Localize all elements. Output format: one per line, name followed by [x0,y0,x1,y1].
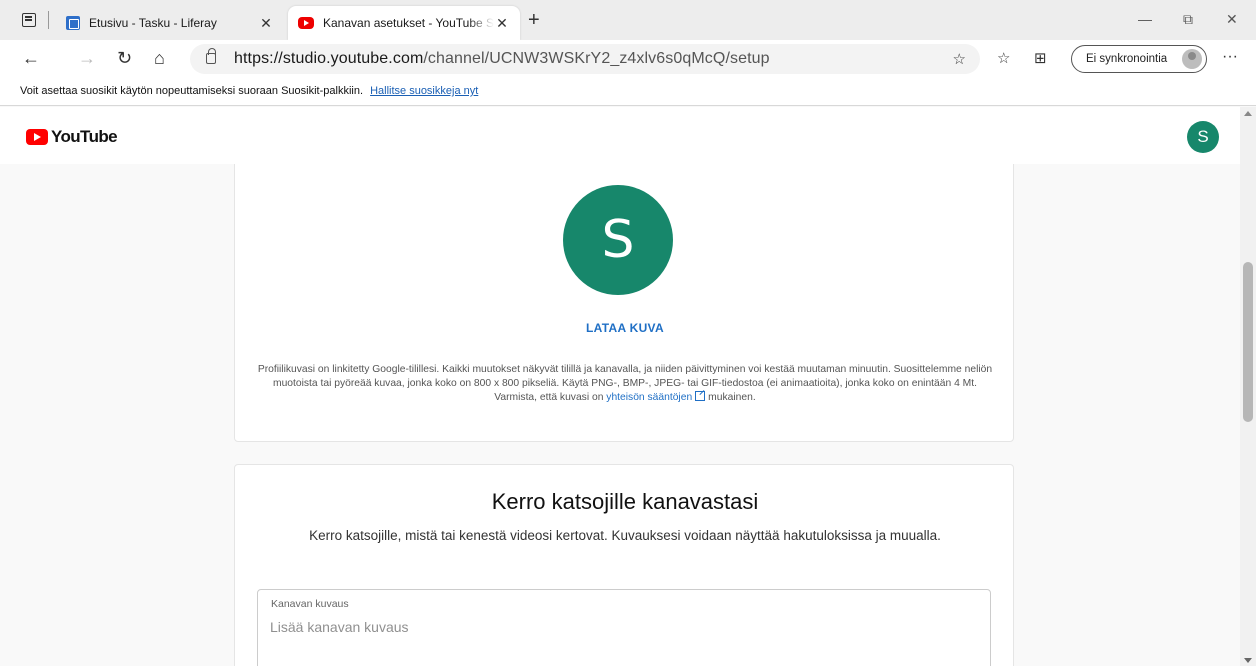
scrollbar-thumb[interactable] [1243,262,1253,422]
url-text[interactable]: https://studio.youtube.com/channel/UCNW3… [234,50,770,68]
account-avatar[interactable]: S [1187,121,1219,153]
liferay-icon [66,16,80,30]
youtube-icon [298,17,314,29]
scroll-down-icon[interactable] [1244,658,1252,663]
home-icon[interactable]: ⌂ [154,48,165,68]
section-description: Kerro katsojille, mistä tai kenestä vide… [309,528,941,543]
youtube-logo[interactable]: YouTube [26,127,118,147]
window-close-icon[interactable]: ✕ [1226,10,1238,28]
url-path: /channel/UCNW3WSKrY2_z4xlv6s0qMcQ/setup [423,50,770,67]
add-favorite-icon[interactable]: ☆ [953,50,966,68]
section-title: Kerro katsojille kanavastasi [491,489,759,514]
close-icon[interactable]: ✕ [494,15,510,32]
close-icon[interactable]: ✕ [258,15,274,32]
external-link-icon[interactable] [695,391,706,401]
profile-picture-info: Profiilikuvasi on linkitetty Google-tili… [253,363,997,405]
lock-icon[interactable] [206,48,216,64]
favorites-info-bar: Voit asettaa suosikit käytön nopeuttamis… [0,78,1256,106]
youtube-header: YouTube S [0,107,1256,164]
field-label: Kanavan kuvaus [271,598,349,610]
profile-picture: S [563,185,673,295]
tab-title: Etusivu - Tasku - Liferay [89,16,217,30]
sync-button[interactable]: Ei synkronointia [1071,45,1207,73]
tab-separator [48,11,49,29]
more-icon[interactable]: ··· [1222,48,1238,66]
scroll-up-icon[interactable] [1244,111,1252,116]
restore-icon[interactable]: ⧉ [1183,10,1193,28]
tab-title: Kanavan asetukset - YouTube Studio [323,16,494,30]
page-scrollbar[interactable] [1240,107,1256,666]
forward-icon[interactable]: → [78,48,96,68]
url-host: https://studio.youtube.com [234,50,424,67]
back-icon[interactable]: ← [22,48,40,68]
address-bar[interactable]: https://studio.youtube.com/channel/UCNW3… [190,44,980,74]
youtube-logo-text: YouTube [51,127,118,146]
sync-label: Ei synkronointia [1086,53,1168,65]
channel-description-field[interactable]: Kanavan kuvaus [257,589,991,666]
channel-description-input[interactable] [270,614,970,640]
minimize-icon[interactable]: — [1138,10,1152,28]
new-tab-icon[interactable]: + [528,10,540,30]
upload-picture-button[interactable]: LATAA KUVA [235,321,1015,335]
collections-icon[interactable]: ⊞ [1034,49,1047,67]
channel-description-card: Kerro katsojille kanavastasi Kerro katso… [234,464,1014,666]
refresh-icon[interactable]: ↻ [117,48,132,68]
browser-toolbar: ← → ↻ ⌂ https://studio.youtube.com/chann… [0,40,1256,78]
favorites-message: Voit asettaa suosikit käytön nopeuttamis… [20,85,364,97]
youtube-play-icon [26,129,48,145]
tab-youtube-studio[interactable]: Kanavan asetukset - YouTube Studio ✕ [288,6,520,40]
favorites-icon[interactable]: ☆ [997,49,1010,67]
profile-picture-card: S LATAA KUVA Profiilikuvasi on linkitett… [234,164,1014,442]
tab-actions-icon[interactable] [22,13,36,27]
manage-favorites-link[interactable]: Hallitse suosikkeja nyt [370,85,478,97]
tab-liferay[interactable]: Etusivu - Tasku - Liferay ✕ [56,6,284,40]
profile-avatar-icon [1182,49,1202,69]
community-guidelines-link[interactable]: yhteisön sääntöjen [606,392,692,403]
profile-info-suffix: mukainen. [708,392,756,403]
main-content: S LATAA KUVA Profiilikuvasi on linkitett… [0,164,1240,666]
browser-tab-strip: Etusivu - Tasku - Liferay ✕ Kanavan aset… [0,0,1256,40]
